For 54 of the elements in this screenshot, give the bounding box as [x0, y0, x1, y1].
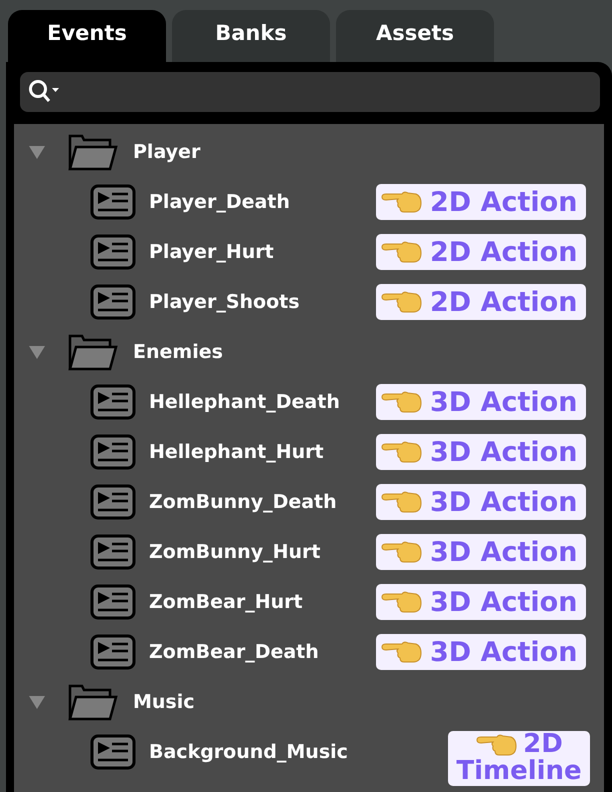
event-label[interactable]: Player_Hurt: [149, 241, 274, 263]
pointing-hand-icon: [380, 440, 422, 464]
tag-label: 3D Action: [376, 434, 586, 470]
event-icon: [90, 284, 136, 320]
pointing-hand-icon: [380, 490, 422, 514]
event-label[interactable]: ZomBear_Hurt: [149, 591, 303, 613]
event-label[interactable]: Player_Shoots: [149, 291, 300, 313]
folder-icon: [66, 333, 118, 371]
folder-icon: [66, 133, 118, 171]
tab[interactable]: Banks: [172, 10, 330, 62]
tab[interactable]: Events: [8, 10, 166, 62]
pointing-hand-icon: [475, 732, 518, 757]
expand-triangle-icon[interactable]: [28, 344, 46, 360]
event-label[interactable]: ZomBear_Death: [149, 641, 319, 663]
event-label[interactable]: Hellephant_Hurt: [149, 441, 324, 463]
folder-label[interactable]: Player: [133, 141, 200, 163]
folder-icon: [66, 683, 118, 721]
pointing-hand-icon: [380, 390, 422, 414]
search-icon: [28, 79, 60, 105]
event-icon: [90, 384, 136, 420]
expand-triangle-icon[interactable]: [28, 144, 46, 160]
search-field[interactable]: [20, 72, 600, 112]
event-icon: [90, 634, 136, 670]
pointing-hand-icon: [380, 540, 422, 564]
pointing-hand-icon: [380, 290, 422, 314]
event-label[interactable]: ZomBunny_Death: [149, 491, 337, 513]
tag-label: 3D Action: [376, 384, 586, 420]
tag-label: 3D Action: [376, 534, 586, 570]
event-label[interactable]: ZomBunny_Hurt: [149, 541, 320, 563]
event-icon: [90, 484, 136, 520]
pointing-hand-icon: [380, 240, 422, 264]
pointing-hand-icon: [380, 640, 422, 664]
tab[interactable]: Assets: [336, 10, 494, 62]
tag-label: 2D Action: [376, 234, 586, 270]
pointing-hand-icon: [380, 190, 422, 214]
folder-label[interactable]: Music: [133, 691, 195, 713]
folder-label[interactable]: Enemies: [133, 341, 223, 363]
tag-label: 3D Action: [376, 634, 586, 670]
tag-label: 3D Action: [376, 584, 586, 620]
event-icon: [90, 734, 136, 770]
tag-label: 2D Action: [376, 184, 586, 220]
event-icon: [90, 584, 136, 620]
event-icon: [90, 534, 136, 570]
expand-triangle-icon[interactable]: [28, 694, 46, 710]
event-icon: [90, 184, 136, 220]
tag-label: 3D Action: [376, 484, 586, 520]
pointing-hand-icon: [380, 590, 422, 614]
event-icon: [90, 234, 136, 270]
event-label[interactable]: Hellephant_Death: [149, 391, 340, 413]
tag-label: 2D Timeline: [448, 731, 590, 786]
tag-label: 2D Action: [376, 284, 586, 320]
event-icon: [90, 434, 136, 470]
event-label[interactable]: Player_Death: [149, 191, 290, 213]
event-label[interactable]: Background_Music: [149, 741, 348, 763]
